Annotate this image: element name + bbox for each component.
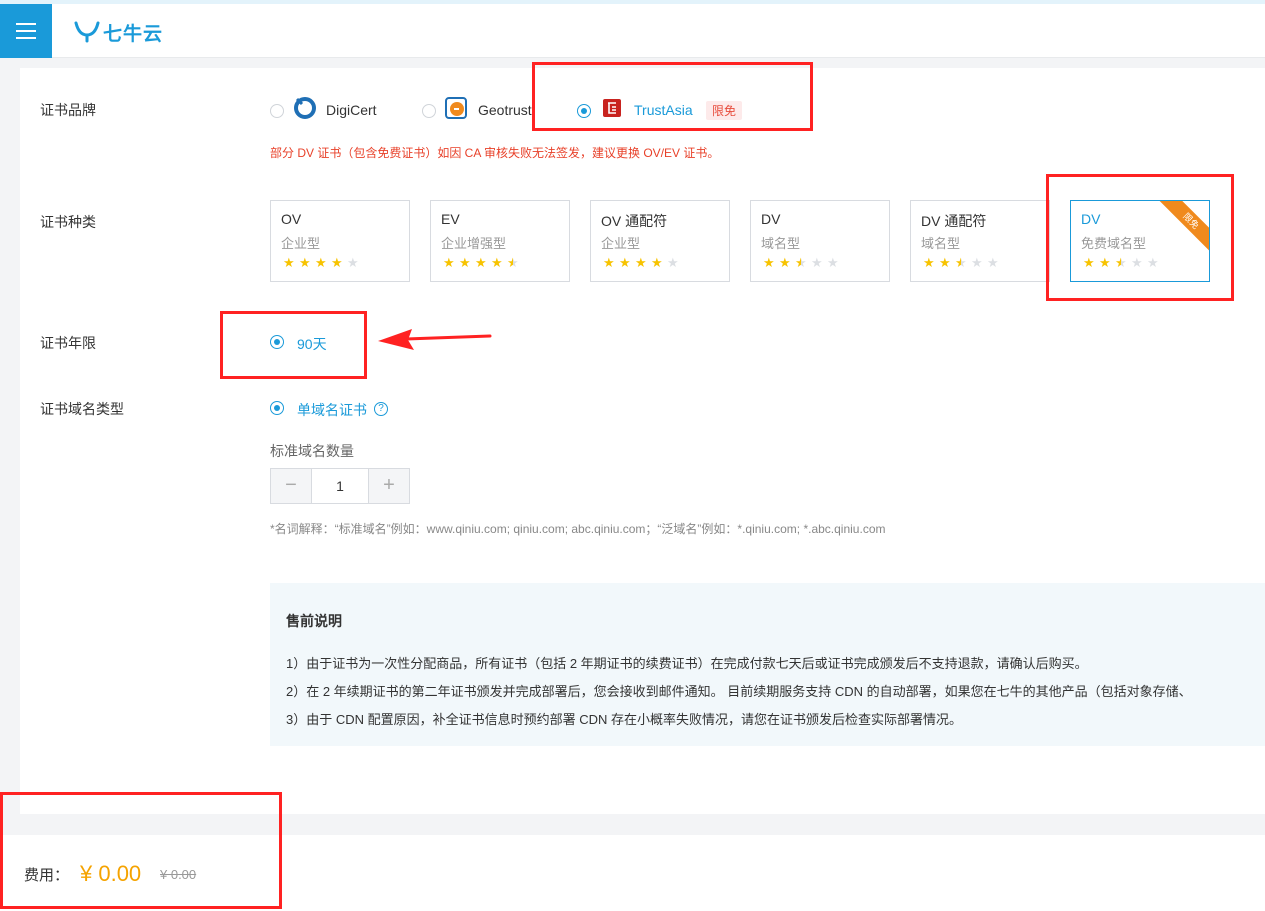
brand-warning: 部分 DV 证书（包含免费证书）如因 CA 审核失败无法签发，建议更换 OV/E…: [270, 146, 720, 160]
qiniu-logo-icon: [74, 21, 100, 43]
increment-button[interactable]: +: [369, 469, 409, 503]
star-icon: ★: [491, 255, 503, 270]
presale-line: 1）由于证书为一次性分配商品，所有证书（包括 2 年期证书的续费证书）在完成付款…: [286, 656, 1088, 671]
star-icon: ★: [779, 255, 791, 270]
menu-icon-line: [16, 23, 36, 25]
rating-stars: ★ ★ ★ ★ ★: [603, 256, 679, 270]
annotation-arrow: [378, 329, 492, 350]
digicert-logo-icon: [294, 97, 316, 119]
brand-name-digicert[interactable]: DigiCert: [326, 102, 377, 118]
menu-icon-line: [16, 37, 36, 39]
type-card-title: DV 通配符: [921, 213, 987, 229]
header: 七牛云: [0, 4, 1265, 58]
annotation-box-type: [1046, 174, 1234, 301]
decrement-button[interactable]: −: [271, 469, 311, 503]
star-icon: ★: [475, 255, 487, 270]
star-icon: ★: [299, 255, 311, 270]
annotation-box-brand: [532, 62, 813, 131]
type-card[interactable]: OV 通配符 企业型 ★ ★ ★ ★ ★: [590, 200, 730, 282]
type-label: 证书种类: [40, 214, 96, 230]
star-icon: ★: [459, 255, 471, 270]
presale-line: 2）在 2 年续期证书的第二年证书颁发并完成部署后，您会接收到邮件通知。 目前续…: [286, 684, 1192, 699]
domain-count-stepper: − 1 +: [270, 468, 410, 504]
brand-radio-digicert[interactable]: [270, 104, 284, 118]
star-icon: ★: [923, 255, 935, 270]
domain-type-radio[interactable]: [270, 401, 284, 415]
presale-title: 售前说明: [286, 613, 342, 629]
duration-label: 证书年限: [40, 335, 96, 351]
star-icon: ★: [331, 255, 343, 270]
type-card-title: OV 通配符: [601, 213, 668, 229]
rating-stars: ★ ★ ★ ★ ★: [283, 256, 359, 270]
star-icon: ★: [507, 255, 519, 270]
type-card-subtitle: 企业型: [281, 236, 321, 251]
domain-type-label: 证书域名类型: [40, 401, 124, 417]
type-card[interactable]: DV 通配符 域名型 ★ ★ ★ ★ ★: [910, 200, 1050, 282]
star-icon: ★: [939, 255, 951, 270]
brand-label: 证书品牌: [40, 102, 96, 118]
domain-type-option[interactable]: 单域名证书: [297, 400, 367, 420]
menu-icon-line: [16, 30, 36, 32]
type-card-subtitle: 域名型: [761, 236, 801, 251]
brand-radio-geotrust[interactable]: [422, 104, 436, 118]
star-icon: ★: [315, 255, 327, 270]
type-card[interactable]: EV 企业增强型 ★ ★ ★ ★ ★: [430, 200, 570, 282]
presale-notice: 售前说明 1）由于证书为一次性分配商品，所有证书（包括 2 年期证书的续费证书）…: [270, 583, 1265, 746]
geotrust-logo-icon: [445, 97, 467, 119]
type-card[interactable]: DV 域名型 ★ ★ ★ ★ ★: [750, 200, 890, 282]
star-icon: ★: [283, 255, 295, 270]
type-card-title: DV: [761, 211, 781, 227]
star-icon: ★: [795, 255, 807, 270]
annotation-box-fee: [0, 792, 282, 909]
annotation-box-duration: [220, 311, 367, 379]
type-card[interactable]: OV 企业型 ★ ★ ★ ★ ★: [270, 200, 410, 282]
star-icon: ★: [603, 255, 615, 270]
domain-term-note: *名词解释：“标准域名”例如：www.qiniu.com; qiniu.com;…: [270, 522, 886, 536]
star-icon: ★: [635, 255, 647, 270]
type-card-subtitle: 域名型: [921, 236, 961, 251]
star-icon: ★: [347, 255, 359, 270]
logo-text: 七牛云: [103, 23, 164, 45]
star-icon: ★: [811, 255, 823, 270]
presale-line: 3）由于 CDN 配置原因，补全证书信息时预约部署 CDN 存在小概率失败情况，…: [286, 712, 963, 727]
type-card-subtitle: 企业型: [601, 236, 641, 251]
type-card-title: EV: [441, 211, 460, 227]
rating-stars: ★ ★ ★ ★ ★: [923, 256, 999, 270]
brand-name-geotrust[interactable]: Geotrust: [478, 102, 532, 118]
rating-stars: ★ ★ ★ ★ ★: [763, 256, 839, 270]
star-icon: ★: [827, 255, 839, 270]
star-icon: ★: [763, 255, 775, 270]
domain-count-label: 标准域名数量: [270, 443, 354, 459]
help-icon[interactable]: ?: [374, 402, 388, 416]
logo[interactable]: 七牛云: [74, 20, 164, 45]
domain-count-input[interactable]: 1: [311, 469, 369, 503]
rating-stars: ★ ★ ★ ★ ★: [443, 256, 519, 270]
star-icon: ★: [955, 255, 967, 270]
star-icon: ★: [667, 255, 679, 270]
star-icon: ★: [651, 255, 663, 270]
star-icon: ★: [619, 255, 631, 270]
menu-button[interactable]: [0, 4, 52, 58]
star-icon: ★: [987, 255, 999, 270]
star-icon: ★: [971, 255, 983, 270]
type-card-subtitle: 企业增强型: [441, 236, 507, 251]
star-icon: ★: [443, 255, 455, 270]
type-card-title: OV: [281, 211, 302, 227]
